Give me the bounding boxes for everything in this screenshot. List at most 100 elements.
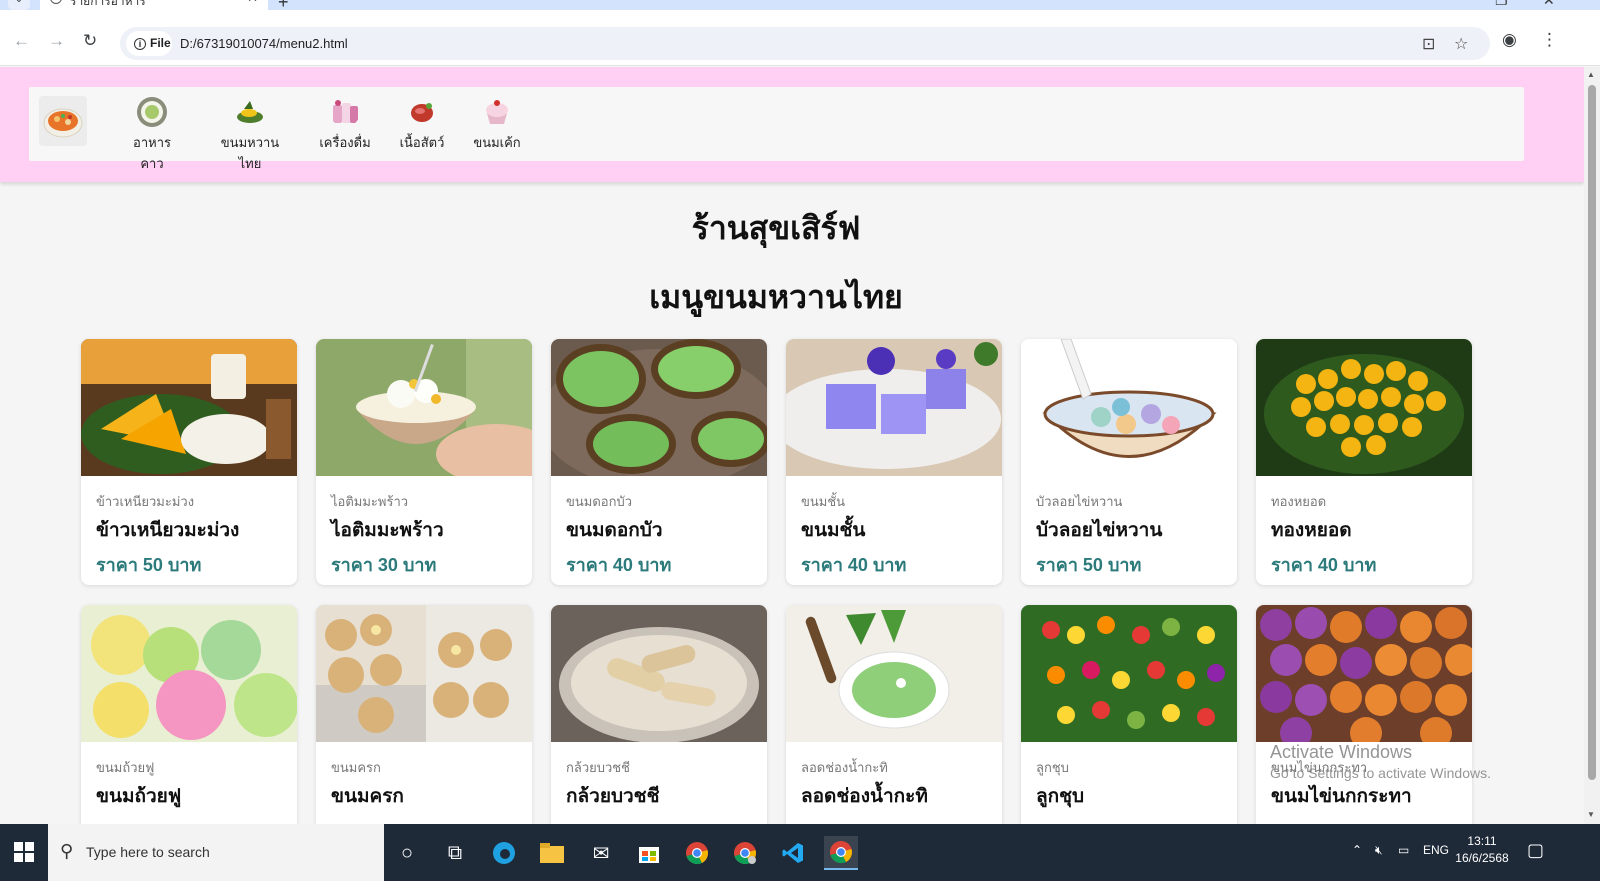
menu-card[interactable]: ข้าวเหนียวมะม่วง ข้าวเหนียวมะม่วง ราคา 5…: [81, 339, 297, 585]
language-indicator[interactable]: ENG: [1423, 843, 1449, 857]
card-subtitle: ขนมครก: [331, 760, 381, 775]
window-close-icon[interactable]: ✕: [1543, 0, 1555, 9]
nav-item-meat[interactable]: เนื้อสัตว์: [399, 97, 445, 153]
card-subtitle: ลูกชุบ: [1036, 760, 1069, 775]
card-title: ขนมครก: [331, 786, 404, 807]
globe-icon: [50, 0, 62, 4]
food-image: [1256, 339, 1472, 476]
card-price: ราคา 40 บาท: [566, 555, 672, 575]
menu-card[interactable]: ขนมดอกบัว ขนมดอกบัว ราคา 40 บาท: [551, 339, 767, 585]
nav-item-cake[interactable]: ขนมเค้ก: [473, 97, 521, 153]
card-price: ราคา 80 บาท: [1036, 816, 1141, 824]
card-price: ราคา 50 บาท: [96, 555, 202, 575]
meat-icon: [411, 103, 433, 122]
page-header: อาหารคาว ขนมหวานไทย เครื่องดื่ม เนื้อสัต…: [0, 67, 1584, 182]
search-icon: ⚲: [60, 841, 74, 861]
forward-icon[interactable]: →: [48, 31, 65, 51]
scroll-thumb[interactable]: [1588, 85, 1596, 780]
card-title: ขนมไข่นกกระทา: [1271, 786, 1412, 807]
nav-label: เนื้อสัตว์: [399, 135, 445, 150]
translate-icon[interactable]: ⊡: [1422, 34, 1435, 54]
taskbar: ⚲ Type here to search ○ ⧉ ✉ ⌃ 🔇︎ ▭ ENG 1…: [0, 824, 1600, 881]
chrome-profile-icon[interactable]: [728, 836, 762, 870]
store-icon[interactable]: [632, 836, 666, 870]
card-price: ราคา 30 บาท: [331, 555, 437, 575]
card-subtitle: บัวลอยไข่หวาน: [1036, 494, 1123, 509]
nav-item-drinks[interactable]: เครื่องดื่ม: [319, 97, 371, 153]
url-text[interactable]: D:/67319010074/menu2.html: [180, 36, 348, 51]
task-view-icon[interactable]: ⧉: [438, 836, 472, 870]
windows-start-icon[interactable]: [14, 842, 34, 862]
nav-label: ขนมเค้ก: [473, 135, 521, 150]
network-icon[interactable]: ▭: [1398, 843, 1409, 857]
card-subtitle: ไอติมมะพร้าว: [331, 494, 409, 509]
menu-card[interactable]: ทองหยอด ทองหยอด ราคา 40 บาท: [1256, 339, 1472, 585]
nav-label: ขนมหวานไทย: [220, 135, 280, 171]
taskbar-search[interactable]: ⚲ Type here to search: [48, 824, 384, 881]
card-title: ขนมถ้วยฟู: [96, 786, 182, 807]
menu-card[interactable]: ขนมไข่นกกระทา ขนมไข่นกกระทา ราคา 80 บาท: [1256, 605, 1472, 824]
nav-label: เครื่องดื่ม: [319, 135, 371, 150]
clock-time: 13:11: [1467, 834, 1497, 848]
vscode-icon[interactable]: [776, 836, 810, 870]
search-placeholder: Type here to search: [86, 844, 210, 860]
card-price: ราคา 80 บาท: [1271, 816, 1376, 824]
card-subtitle: ขนมดอกบัว: [566, 494, 633, 509]
card-price: ราคา 40 บาท: [801, 555, 907, 575]
logo[interactable]: [39, 96, 87, 146]
food-image: [81, 339, 297, 476]
profile-icon[interactable]: ◉: [1502, 30, 1517, 50]
menu-card[interactable]: ลอดช่องน้ำกะทิ ลอดช่องน้ำกะทิ ราคา 60 บา…: [786, 605, 1002, 824]
chrome-icon[interactable]: [680, 836, 714, 870]
card-subtitle: ลอดช่องน้ำกะทิ: [801, 760, 888, 775]
card-subtitle: ทองหยอด: [1271, 494, 1327, 509]
card-title: ขนมดอกบัว: [566, 520, 663, 541]
card-title: ลอดช่องน้ำกะทิ: [801, 786, 928, 807]
scroll-up-icon[interactable]: ▲: [1587, 70, 1595, 79]
mail-icon[interactable]: ✉: [584, 836, 618, 870]
volume-muted-icon[interactable]: 🔇︎: [1375, 843, 1383, 858]
tray-chevron-icon[interactable]: ⌃: [1352, 843, 1362, 857]
food-image: [1021, 605, 1237, 742]
vertical-scrollbar[interactable]: ▲ ▼: [1584, 67, 1600, 824]
cortana-icon[interactable]: ○: [390, 836, 424, 870]
close-icon[interactable]: ✕: [247, 0, 258, 6]
back-icon[interactable]: ←: [13, 31, 30, 51]
card-title: ไอติมมะพร้าว: [331, 520, 444, 541]
card-title: ข้าวเหนียวมะม่วง: [96, 520, 240, 541]
food-image: [1021, 339, 1237, 476]
navbar: อาหารคาว ขนมหวานไทย เครื่องดื่ม เนื้อสัต…: [29, 87, 1524, 171]
card-subtitle: กล้วยบวชชี: [566, 760, 630, 775]
card-price: ราคา 50 บาท: [1036, 555, 1142, 575]
menu-card[interactable]: บัวลอยไข่หวาน บัวลอยไข่หวาน ราคา 50 บาท: [1021, 339, 1237, 585]
clock[interactable]: 13:11 16/6/2568: [1452, 833, 1512, 867]
food-image: [551, 605, 767, 742]
bookmark-star-icon[interactable]: ☆: [1454, 34, 1468, 54]
card-subtitle: ขนมชั้น: [801, 494, 846, 509]
menu-card[interactable]: ไอติมมะพร้าว ไอติมมะพร้าว ราคา 30 บาท: [316, 339, 532, 585]
notification-icon[interactable]: ▢: [1527, 840, 1544, 861]
file-explorer-icon[interactable]: [535, 836, 569, 870]
menu-kebab-icon[interactable]: ⋮: [1541, 30, 1558, 50]
card-title: ทองหยอด: [1271, 520, 1352, 541]
menu-card[interactable]: ขนมครก ขนมครก ราคา 40 บาท: [316, 605, 532, 824]
thai-dessert-icon: [237, 101, 263, 123]
menu-card[interactable]: ลูกชุบ ลูกชุบ ราคา 80 บาท: [1021, 605, 1237, 824]
nav-item-savory[interactable]: อาหารคาว: [123, 97, 181, 174]
food-image: [1256, 605, 1472, 742]
restore-icon[interactable]: ❐: [1495, 0, 1508, 9]
menu-card[interactable]: ขนมชั้น ขนมชั้น ราคา 40 บาท: [786, 339, 1002, 585]
menu-card[interactable]: กล้วยบวชชี กล้วยบวชชี ราคา 50 บาท: [551, 605, 767, 824]
chrome-active-icon[interactable]: [824, 836, 858, 870]
edge-icon[interactable]: [487, 836, 521, 870]
browser-tab[interactable]: รายการอาหาร ✕: [40, 0, 268, 10]
site-info-chip[interactable]: i File: [126, 31, 172, 56]
scroll-down-icon[interactable]: ▼: [1587, 810, 1595, 819]
tab-search-button[interactable]: ⌄: [8, 0, 30, 10]
reload-icon[interactable]: ↻: [83, 31, 97, 51]
address-bar[interactable]: i File D:/67319010074/menu2.html ⊡ ☆: [120, 27, 1490, 60]
menu-card[interactable]: ขนมถ้วยฟู ขนมถ้วยฟู ราคา 40 บาท: [81, 605, 297, 824]
nav-item-thai-dessert[interactable]: ขนมหวานไทย: [210, 97, 290, 174]
card-price: ราคา 60 บาท: [801, 816, 906, 824]
card-title: กล้วยบวชชี: [566, 786, 660, 807]
